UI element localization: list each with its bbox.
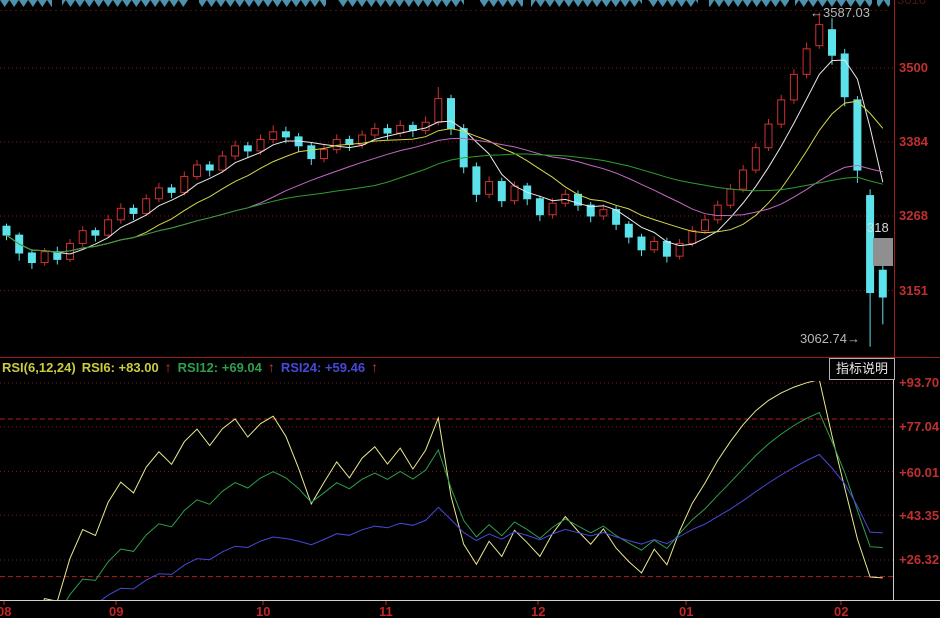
ma-line-10 <box>7 101 883 252</box>
rsi12-value: RSI12: +69.04 <box>178 360 262 375</box>
candle <box>702 220 709 231</box>
candle <box>790 74 797 100</box>
candle <box>498 182 505 201</box>
candle <box>282 132 289 137</box>
candle <box>219 156 226 170</box>
arrow-up-icon: ↑ <box>268 359 275 375</box>
candle <box>448 99 455 129</box>
candle <box>625 224 632 237</box>
chart-canvas[interactable] <box>0 0 940 618</box>
candle <box>740 170 747 189</box>
month-label: 11 <box>379 604 393 618</box>
cursor-price-label: 318 <box>867 221 889 235</box>
price-tick: 3384 <box>899 135 928 149</box>
sawtooth-border <box>0 0 890 8</box>
candle <box>321 150 328 159</box>
arrow-left-icon: ← <box>810 5 823 20</box>
rsi-line-6 <box>19 380 883 618</box>
ma-line-30 <box>7 154 883 252</box>
candle <box>194 165 201 176</box>
candle <box>549 203 556 214</box>
candle <box>384 129 391 133</box>
rsi-tick: +77.04 <box>899 420 939 434</box>
candle <box>803 49 810 75</box>
candle <box>155 188 162 199</box>
month-label: 10 <box>256 604 270 618</box>
candle <box>879 270 886 297</box>
candle <box>333 139 340 149</box>
rsi-tick: +93.70 <box>899 376 939 390</box>
arrow-up-icon: ↑ <box>371 359 378 375</box>
candle <box>638 237 645 250</box>
candle <box>727 189 734 205</box>
candle <box>460 129 467 167</box>
candle <box>130 208 137 213</box>
rsi24-value: RSI24: +59.46 <box>281 360 365 375</box>
candle <box>600 210 607 216</box>
candle <box>473 167 480 194</box>
candle <box>829 30 836 56</box>
price-tick: 3268 <box>899 209 928 223</box>
candle <box>28 253 35 263</box>
candle <box>257 139 264 150</box>
candle <box>79 231 86 244</box>
candle <box>143 199 150 214</box>
candle <box>486 182 493 195</box>
candle <box>105 220 112 235</box>
candle <box>397 125 404 133</box>
rsi6-value: RSI6: +83.00 <box>82 360 159 375</box>
candle <box>181 176 188 192</box>
candle <box>651 242 658 250</box>
candle <box>714 205 721 220</box>
arrow-up-icon: ↑ <box>165 359 172 375</box>
candle <box>536 199 543 215</box>
price-tick: 3151 <box>899 284 928 298</box>
rsi-tick: +60.01 <box>899 466 939 480</box>
candle <box>206 165 213 170</box>
stock-chart-window: { "colors": { "background": "#000000", "… <box>0 0 940 618</box>
candle <box>689 231 696 244</box>
candle <box>854 100 861 170</box>
candle <box>168 188 175 192</box>
candle <box>778 100 785 124</box>
candle <box>562 194 569 203</box>
candle <box>867 196 874 293</box>
candle <box>511 186 518 201</box>
candle <box>765 124 772 148</box>
rsi-header: RSI(6,12,24) RSI6: +83.00 ↑ RSI12: +69.0… <box>2 359 378 375</box>
rsi-formula-label: RSI(6,12,24) <box>2 360 76 375</box>
candle <box>435 99 442 123</box>
indicator-help-button[interactable]: 指标说明 <box>829 358 895 380</box>
candle <box>232 146 239 156</box>
candle <box>244 146 251 151</box>
month-label: 09 <box>109 604 123 618</box>
candle <box>816 25 823 46</box>
candle <box>3 226 10 235</box>
month-label: 12 <box>531 604 545 618</box>
month-label: 01 <box>679 604 693 618</box>
arrow-right-icon: → <box>847 331 860 346</box>
price-tick-faint: 3616 <box>897 0 926 7</box>
rsi-tick: +43.35 <box>899 509 939 523</box>
candle <box>92 231 99 235</box>
price-tick: 3500 <box>899 61 928 75</box>
ma-line-5 <box>7 60 883 254</box>
low-annotation: 3062.74→ <box>800 332 860 346</box>
candle <box>371 129 378 135</box>
rsi-line-24 <box>19 455 883 618</box>
candle <box>663 242 670 257</box>
peak-annotation: ←3587.03 <box>810 6 870 20</box>
candle <box>308 146 315 159</box>
month-label: 02 <box>834 604 848 618</box>
candle <box>41 252 48 263</box>
candle <box>117 208 124 219</box>
candle <box>270 132 277 140</box>
candle <box>752 148 759 170</box>
rsi-tick: +26.32 <box>899 553 939 567</box>
cursor-box <box>873 238 893 266</box>
month-label: 08 <box>0 604 11 618</box>
candles-group <box>3 13 886 347</box>
